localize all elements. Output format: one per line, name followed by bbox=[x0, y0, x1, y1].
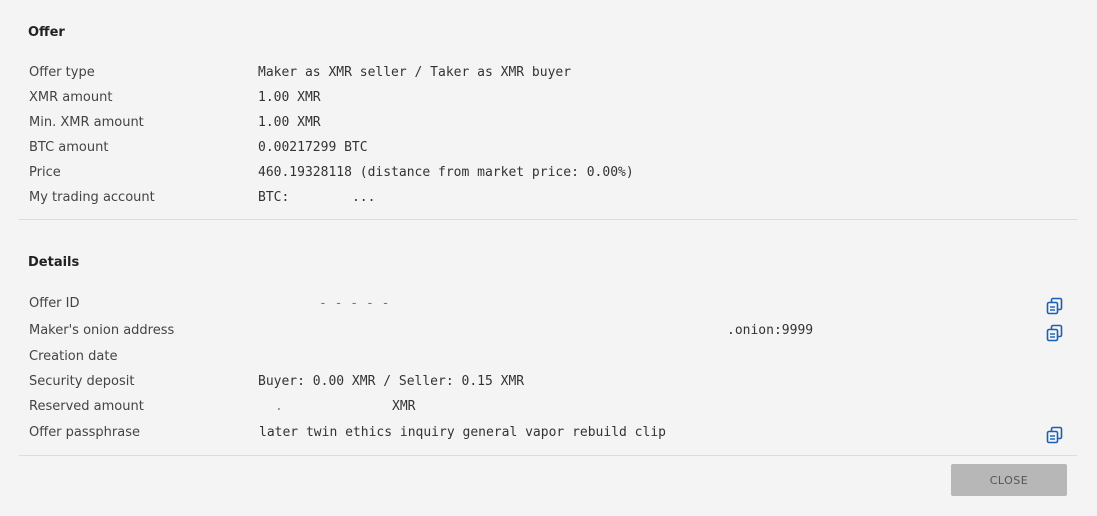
copy-offer-id-icon[interactable] bbox=[1046, 297, 1064, 315]
offer-passphrase-label: Offer passphrase bbox=[29, 425, 141, 440]
trading-account-value: BTC: ... bbox=[258, 190, 375, 205]
xmr-amount-value: 1.00 XMR bbox=[258, 90, 321, 105]
price-value: 460.19328118 (distance from market price… bbox=[258, 165, 634, 180]
xmr-amount-label: XMR amount bbox=[29, 90, 113, 105]
copy-onion-address-icon[interactable] bbox=[1046, 324, 1064, 342]
details-section-title: Details bbox=[28, 255, 80, 270]
btc-amount-value: 0.00217299 BTC bbox=[258, 140, 368, 155]
security-deposit-value: Buyer: 0.00 XMR / Seller: 0.15 XMR bbox=[258, 374, 525, 389]
reserved-amount-unit: XMR bbox=[392, 399, 416, 414]
creation-date-label: Creation date bbox=[29, 349, 118, 364]
security-deposit-label: Security deposit bbox=[29, 374, 135, 389]
trading-account-prefix: BTC: bbox=[258, 190, 290, 205]
min-xmr-amount-value: 1.00 XMR bbox=[258, 115, 321, 130]
min-xmr-amount-label: Min. XMR amount bbox=[29, 115, 144, 130]
row-offer-passphrase: Offer passphrase later twin ethics inqui… bbox=[29, 425, 1097, 447]
row-reserved-amount: Reserved amount . XMR bbox=[29, 399, 1097, 421]
row-offer-type: Offer type Maker as XMR seller / Taker a… bbox=[29, 65, 1097, 87]
reserved-amount-label: Reserved amount bbox=[29, 399, 144, 414]
row-price: Price 460.19328118 (distance from market… bbox=[29, 165, 1097, 187]
footer-divider bbox=[19, 455, 1077, 456]
row-creation-date: Creation date bbox=[29, 349, 1097, 371]
copy-passphrase-icon[interactable] bbox=[1046, 426, 1064, 444]
reserved-amount-prefix: . bbox=[275, 399, 283, 414]
offer-id-value: - - - - - bbox=[319, 296, 390, 311]
row-maker-onion-address: Maker's onion address .onion:9999 bbox=[29, 323, 1097, 345]
row-min-xmr-amount: Min. XMR amount 1.00 XMR bbox=[29, 115, 1097, 137]
row-offer-id: Offer ID - - - - - bbox=[29, 296, 1097, 318]
maker-onion-value: .onion:9999 bbox=[727, 323, 814, 338]
close-button[interactable]: CLOSE bbox=[951, 464, 1067, 496]
section-divider bbox=[19, 219, 1077, 220]
offer-details-dialog: Offer Offer type Maker as XMR seller / T… bbox=[0, 0, 1097, 516]
row-xmr-amount: XMR amount 1.00 XMR bbox=[29, 90, 1097, 112]
offer-section-title: Offer bbox=[28, 25, 65, 40]
row-btc-amount: BTC amount 0.00217299 BTC bbox=[29, 140, 1097, 162]
trading-account-suffix: ... bbox=[351, 190, 376, 205]
offer-id-label: Offer ID bbox=[29, 296, 80, 311]
row-trading-account: My trading account BTC: ... bbox=[29, 190, 1097, 212]
trading-account-label: My trading account bbox=[29, 190, 155, 205]
offer-type-label: Offer type bbox=[29, 65, 95, 80]
price-label: Price bbox=[29, 165, 61, 180]
maker-onion-label: Maker's onion address bbox=[29, 323, 175, 338]
row-security-deposit: Security deposit Buyer: 0.00 XMR / Selle… bbox=[29, 374, 1097, 396]
btc-amount-label: BTC amount bbox=[29, 140, 109, 155]
offer-type-value: Maker as XMR seller / Taker as XMR buyer bbox=[258, 65, 572, 80]
trading-account-redacted bbox=[289, 190, 352, 205]
offer-passphrase-value: later twin ethics inquiry general vapor … bbox=[259, 425, 666, 440]
